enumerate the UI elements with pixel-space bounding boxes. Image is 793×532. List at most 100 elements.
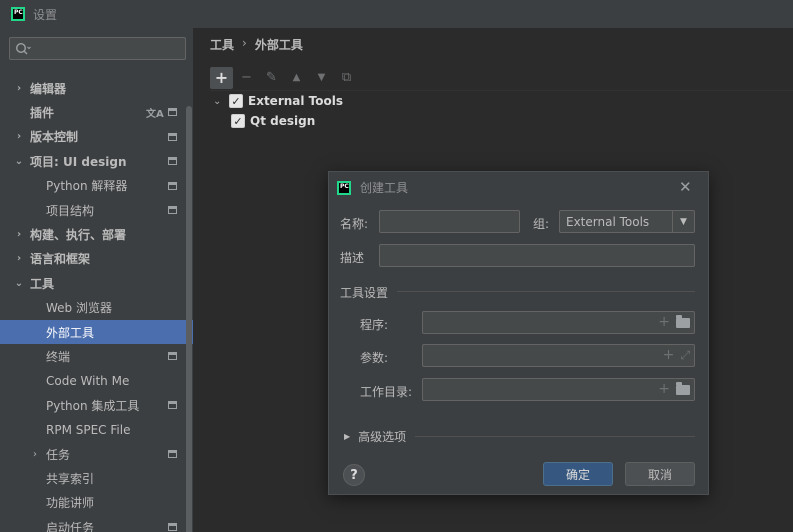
chevron-down-icon[interactable]: ▼ bbox=[672, 211, 694, 232]
arguments-label: 参数: bbox=[360, 351, 389, 365]
project-settings-icon bbox=[168, 205, 177, 214]
chevron-right-icon[interactable]: › bbox=[30, 449, 40, 460]
name-label: 名称: bbox=[340, 217, 369, 231]
tool-checkbox[interactable]: ✓ bbox=[231, 114, 245, 128]
sidebar-item[interactable]: 功能讲师 bbox=[0, 491, 193, 515]
sidebar-item[interactable]: › 版本控制 bbox=[0, 125, 193, 149]
search-icon bbox=[15, 42, 31, 55]
chevron-right-icon[interactable]: › bbox=[14, 83, 24, 94]
sidebar-item[interactable]: Python 解释器 bbox=[0, 174, 193, 198]
settings-sidebar: › 编辑器插件 文A › 版本控制 ⌄ 项目: UI design Python 解释器项目结… bbox=[0, 28, 193, 532]
folder-icon[interactable] bbox=[676, 315, 690, 328]
tool-settings-title: 工具设置 bbox=[340, 286, 389, 300]
add-tool-button[interactable]: + bbox=[210, 66, 233, 89]
project-settings-icon bbox=[168, 157, 177, 166]
breadcrumb-root[interactable]: 工具 bbox=[210, 36, 234, 53]
sidebar-item-label: 插件 bbox=[30, 106, 55, 121]
project-settings-icon bbox=[168, 449, 177, 458]
breadcrumb-separator: › bbox=[242, 36, 247, 50]
working-directory-label: 工作目录: bbox=[360, 385, 413, 399]
sidebar-item-label: 项目结构 bbox=[46, 203, 95, 218]
group-select[interactable]: External Tools ▼ bbox=[559, 210, 695, 233]
pycharm-logo-icon: PC bbox=[337, 180, 351, 195]
sidebar-scrollbar[interactable] bbox=[186, 106, 192, 532]
project-settings-icon bbox=[168, 181, 177, 190]
sidebar-item[interactable]: 外部工具 bbox=[0, 319, 193, 345]
sidebar-item[interactable]: 启动任务 bbox=[0, 515, 193, 532]
project-settings-icon bbox=[168, 352, 177, 361]
translate-icon: 文A bbox=[146, 109, 164, 121]
expand-icon[interactable]: ⤢ bbox=[680, 348, 690, 363]
sidebar-item[interactable]: 插件 文A bbox=[0, 100, 193, 124]
chevron-right-icon[interactable]: › bbox=[14, 253, 24, 264]
sidebar-item[interactable]: › 任务 bbox=[0, 442, 193, 466]
sidebar-item-label: 语言和框架 bbox=[30, 252, 91, 267]
sidebar-item[interactable]: ⌄ 工具 bbox=[0, 271, 193, 295]
tool-group-checkbox[interactable]: ✓ bbox=[229, 94, 243, 108]
project-settings-icon bbox=[168, 401, 177, 410]
external-tools-tree: ⌄ ✓ External Tools ✓ Qt design bbox=[213, 91, 343, 131]
sidebar-item[interactable]: ⌄ 项目: UI design bbox=[0, 149, 193, 173]
chevron-down-icon[interactable]: ⌄ bbox=[213, 96, 227, 107]
tool-label: Qt design bbox=[250, 114, 316, 128]
move-down-button[interactable]: ▼ bbox=[310, 67, 333, 89]
group-label: 组: bbox=[533, 217, 550, 231]
sidebar-item-label: Code With Me bbox=[46, 373, 130, 388]
tool-group-row[interactable]: ⌄ ✓ External Tools bbox=[213, 91, 343, 111]
sidebar-item-label: 编辑器 bbox=[30, 81, 67, 96]
sidebar-item[interactable]: 共享索引 bbox=[0, 466, 193, 490]
sidebar-item-label: RPM SPEC File bbox=[46, 422, 131, 437]
sidebar-item-label: 任务 bbox=[46, 447, 71, 462]
settings-tree: › 编辑器插件 文A › 版本控制 ⌄ 项目: UI design Python 解释器项目结… bbox=[0, 76, 193, 532]
arguments-field[interactable]: + ⤢ bbox=[422, 344, 695, 367]
chevron-right-icon[interactable]: › bbox=[14, 229, 24, 240]
sidebar-item[interactable]: 终端 bbox=[0, 344, 193, 368]
sidebar-item-label: Python 集成工具 bbox=[46, 398, 140, 413]
sidebar-item-label: 终端 bbox=[46, 349, 71, 364]
working-directory-field[interactable]: + bbox=[422, 378, 695, 401]
sidebar-item[interactable]: › 语言和框架 bbox=[0, 247, 193, 271]
sidebar-item[interactable]: Web 浏览器 bbox=[0, 296, 193, 320]
advanced-options-toggle[interactable]: ▶ 高级选项 bbox=[344, 428, 406, 445]
tool-row[interactable]: ✓ Qt design bbox=[213, 111, 343, 131]
remove-tool-button[interactable]: − bbox=[235, 67, 258, 89]
chevron-down-icon[interactable]: ⌄ bbox=[14, 156, 24, 167]
chevron-right-icon[interactable]: › bbox=[14, 131, 24, 142]
sidebar-item-label: 共享索引 bbox=[46, 471, 95, 486]
sidebar-item-label: 功能讲师 bbox=[46, 496, 95, 511]
sidebar-item[interactable]: › 编辑器 bbox=[0, 76, 193, 100]
sidebar-item[interactable]: RPM SPEC File bbox=[0, 417, 193, 441]
cancel-button[interactable]: 取消 bbox=[625, 462, 695, 486]
project-settings-icon bbox=[168, 132, 177, 141]
copy-tool-button[interactable]: ⧉ bbox=[335, 67, 358, 89]
ok-button[interactable]: 确定 bbox=[543, 462, 613, 486]
move-up-button[interactable]: ▲ bbox=[285, 67, 308, 89]
sidebar-item[interactable]: 项目结构 bbox=[0, 198, 193, 222]
folder-icon[interactable] bbox=[676, 382, 690, 395]
search-input[interactable] bbox=[9, 37, 186, 60]
help-button[interactable]: ? bbox=[343, 464, 365, 486]
insert-macro-icon[interactable]: + bbox=[663, 347, 675, 363]
window-title: 设置 bbox=[33, 7, 58, 22]
close-icon[interactable]: ✕ bbox=[679, 178, 692, 196]
insert-macro-icon[interactable]: + bbox=[658, 381, 670, 397]
sidebar-item-label: 外部工具 bbox=[46, 325, 95, 340]
tools-toolbar: + − ✎ ▲ ▼ ⧉ bbox=[210, 65, 793, 91]
program-field[interactable]: + bbox=[422, 311, 695, 334]
edit-tool-button[interactable]: ✎ bbox=[260, 67, 283, 89]
sidebar-item[interactable]: › 构建、执行、部署 bbox=[0, 222, 193, 246]
sidebar-item[interactable]: Python 集成工具 bbox=[0, 393, 193, 417]
sidebar-item[interactable]: Code With Me bbox=[0, 369, 193, 393]
chevron-right-icon: ▶ bbox=[344, 432, 351, 441]
breadcrumb: 工具 › 外部工具 bbox=[210, 36, 303, 53]
name-field[interactable] bbox=[379, 210, 520, 233]
tool-group-label: External Tools bbox=[248, 94, 343, 108]
breadcrumb-current: 外部工具 bbox=[254, 38, 303, 52]
insert-macro-icon[interactable]: + bbox=[658, 314, 670, 330]
dialog-title-bar: PC 创建工具 bbox=[337, 179, 408, 196]
program-label: 程序: bbox=[360, 318, 389, 332]
title-bar: PC 设置 bbox=[0, 0, 793, 28]
description-field[interactable] bbox=[379, 244, 695, 267]
create-tool-dialog: PC 创建工具 ✕ 名称: 组: External Tools ▼ 描述 工具设… bbox=[328, 171, 709, 495]
chevron-down-icon[interactable]: ⌄ bbox=[14, 278, 24, 289]
